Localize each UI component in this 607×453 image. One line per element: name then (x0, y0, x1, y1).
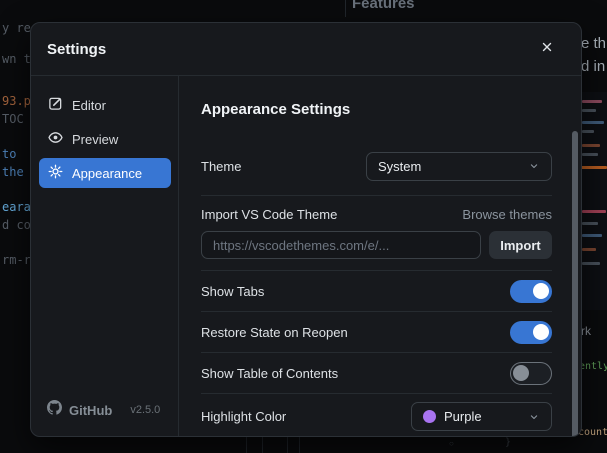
highlight-color-select[interactable]: Purple (411, 402, 552, 431)
background-code-fragment: count] (578, 427, 607, 438)
code-token (582, 248, 596, 251)
table-of-contents-label: Show Table of Contents (201, 365, 339, 381)
background-glyph: } (505, 437, 512, 448)
toggle-knob (533, 324, 549, 340)
dialog-body: Editor Preview Appearance GitHub v2.5.0 … (31, 76, 581, 436)
show-tabs-toggle[interactable] (510, 279, 552, 303)
eye-icon (48, 130, 63, 148)
background-features-heading: Features (352, 0, 415, 12)
background-code-fragment: y re (2, 21, 31, 35)
highlight-color-value: Purple (444, 409, 482, 424)
dialog-title: Settings (47, 40, 107, 58)
sidebar-item-label: Preview (72, 131, 119, 147)
chevron-down-icon (528, 411, 540, 423)
code-token (582, 144, 600, 147)
background-pane-divider (299, 437, 300, 453)
sidebar-footer: GitHub v2.5.0 (47, 400, 160, 420)
background-pane-divider (287, 437, 288, 453)
code-token (582, 130, 594, 133)
setting-row-table-of-contents: Show Table of Contents (201, 353, 552, 394)
highlight-color-label: Highlight Color (201, 409, 287, 424)
setting-row-highlight-color: Highlight Color Purple (201, 394, 552, 436)
background-pane-divider (262, 437, 263, 453)
setting-row-import-theme: Import VS Code Theme Browse themes (201, 206, 552, 223)
settings-dialog: Settings Editor Preview Appearance GitHu… (30, 22, 582, 437)
code-token (582, 100, 602, 103)
sidebar-item-appearance[interactable]: Appearance (39, 158, 171, 188)
appearance-settings-panel: Appearance Settings Theme System Import … (179, 76, 581, 436)
github-logo-icon (47, 400, 62, 420)
edit-icon (48, 96, 63, 114)
background-glyph: ○ (449, 439, 454, 448)
dialog-scrollbar-thumb[interactable] (572, 131, 578, 436)
sidebar-item-label: Editor (72, 97, 106, 113)
gear-icon (48, 164, 63, 182)
background-text-fragment: rk (581, 324, 591, 338)
highlighted-line (580, 166, 607, 169)
background-code-fragment: d co (2, 218, 31, 232)
background-text-fragment: d in (581, 58, 606, 75)
theme-url-input[interactable] (201, 231, 481, 259)
color-swatch (423, 410, 436, 423)
close-icon (540, 40, 554, 59)
background-code-fragment: wn t (2, 52, 31, 66)
sidebar-item-preview[interactable]: Preview (39, 124, 171, 154)
background-text-fragment: e th (581, 35, 607, 52)
chevron-down-icon (528, 160, 540, 172)
sidebar-item-editor[interactable]: Editor (39, 90, 171, 120)
import-theme-controls: Import (201, 231, 552, 259)
import-button[interactable]: Import (489, 231, 552, 259)
toggle-knob (533, 283, 549, 299)
code-token (582, 262, 600, 265)
close-button[interactable] (535, 37, 559, 61)
code-token (582, 153, 598, 156)
dialog-header: Settings (31, 23, 581, 76)
theme-select-value: System (378, 158, 422, 174)
brand-label: GitHub (69, 402, 113, 418)
show-tabs-label: Show Tabs (201, 283, 265, 299)
background-code-fragment: 93.p (2, 94, 31, 108)
theme-label: Theme (201, 158, 242, 174)
theme-select[interactable]: System (366, 151, 552, 181)
table-of-contents-toggle[interactable] (510, 361, 552, 385)
divider (201, 195, 552, 196)
import-theme-label: Import VS Code Theme (201, 207, 338, 222)
setting-row-theme: Theme System (201, 151, 552, 181)
background-pane-divider (345, 0, 346, 17)
version-label: v2.5.0 (130, 404, 161, 416)
restore-state-toggle[interactable] (510, 320, 552, 344)
background-code-fragment: the (2, 165, 24, 179)
sidebar-item-label: Appearance (72, 165, 143, 181)
code-token (582, 234, 602, 237)
code-token (582, 109, 596, 112)
toggle-knob (513, 364, 529, 381)
setting-row-restore-state: Restore State on Reopen (201, 312, 552, 353)
panel-heading: Appearance Settings (201, 101, 351, 118)
code-token (582, 121, 604, 124)
code-token (582, 210, 606, 213)
code-token (582, 222, 598, 225)
background-code-fragment: TOC (2, 112, 24, 126)
browse-themes-link[interactable]: Browse themes (462, 207, 552, 222)
background-code-fragment: rm-r (2, 253, 31, 267)
background-code-panel (580, 92, 607, 310)
setting-row-show-tabs: Show Tabs (201, 271, 552, 312)
background-pane-divider (246, 437, 247, 453)
background-code-fragment: eara (2, 200, 31, 214)
settings-sidebar: Editor Preview Appearance GitHub v2.5.0 (31, 76, 179, 436)
background-code-fragment: ently (579, 361, 607, 372)
restore-state-label: Restore State on Reopen (201, 324, 348, 340)
background-code-fragment: to (2, 147, 17, 161)
